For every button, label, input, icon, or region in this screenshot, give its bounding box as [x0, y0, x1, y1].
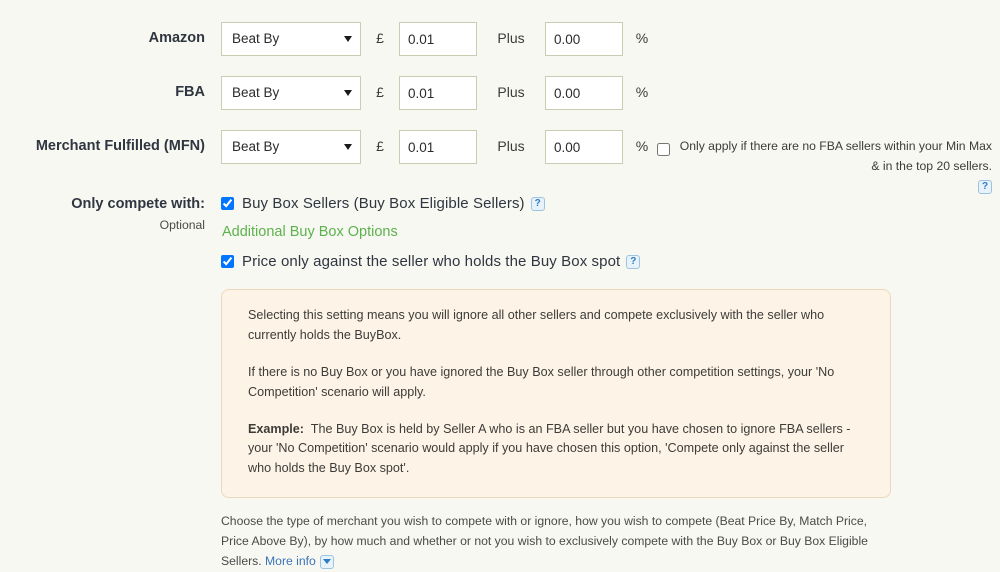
amount-input-amazon[interactable]: [399, 22, 477, 56]
rule-label-mfn: Merchant Fulfilled (MFN): [35, 138, 205, 154]
pricing-competition-settings-page: Amazon Beat By £ Plus % FBA Beat By: [0, 0, 1000, 569]
buy-box-sellers-label: Buy Box Sellers (Buy Box Eligible Seller…: [242, 195, 525, 212]
currency-symbol-mfn: £: [376, 138, 384, 154]
strategy-select-fba[interactable]: Beat By: [221, 76, 361, 110]
strategy-select-wrap-amazon: Beat By: [221, 22, 361, 56]
rule-controls-mfn: Beat By £ Plus % Only apply if there are…: [205, 130, 992, 196]
only-compete-with-body: Buy Box Sellers (Buy Box Eligible Seller…: [205, 195, 1000, 572]
help-icon[interactable]: ?: [626, 254, 641, 269]
percent-input-mfn[interactable]: [545, 130, 623, 164]
plus-label-fba: Plus: [497, 84, 525, 100]
currency-symbol-fba: £: [376, 84, 384, 100]
strategy-select-mfn[interactable]: Beat By: [221, 130, 361, 164]
mfn-note: Only apply if there are no FBA sellers w…: [657, 130, 992, 196]
info-paragraph-example: Example: The Buy Box is held by Seller A…: [248, 420, 868, 480]
more-info-link[interactable]: More info: [265, 554, 316, 568]
rule-row-fba: FBA Beat By £ Plus %: [0, 76, 1000, 110]
plus-label-amazon: Plus: [497, 30, 525, 46]
buy-box-spot-checkbox-wrap[interactable]: [221, 255, 234, 268]
rule-label-amazon: Amazon: [148, 30, 205, 46]
help-icon[interactable]: ?: [978, 180, 992, 195]
rule-controls-fba: Beat By £ Plus %: [205, 76, 657, 110]
chevron-down-icon[interactable]: [319, 554, 334, 569]
strategy-select-wrap-fba: Beat By: [221, 76, 361, 110]
rule-row-amazon: Amazon Beat By £ Plus %: [0, 22, 1000, 56]
buy-box-spot-label: Price only against the seller who holds …: [242, 253, 621, 270]
amount-input-fba[interactable]: [399, 76, 477, 110]
help-icon[interactable]: ?: [530, 196, 545, 211]
footer-help-text: Choose the type of merchant you wish to …: [221, 512, 893, 571]
buy-box-sellers-checkbox-wrap[interactable]: [221, 197, 234, 210]
buy-box-sellers-checkbox[interactable]: [221, 197, 234, 210]
only-compete-with-label: Only compete with: Optional: [0, 195, 205, 233]
strategy-select-wrap-mfn: Beat By: [221, 130, 361, 164]
info-example-label: Example:: [248, 421, 304, 436]
plus-label-mfn: Plus: [497, 138, 525, 154]
currency-symbol-amazon: £: [376, 30, 384, 46]
mfn-no-fba-checkbox[interactable]: [657, 143, 670, 157]
buy-box-sellers-row[interactable]: Buy Box Sellers (Buy Box Eligible Seller…: [221, 195, 1000, 212]
buy-box-spot-checkbox[interactable]: [221, 255, 234, 268]
info-example-text: The Buy Box is held by Seller A who is a…: [248, 421, 851, 476]
rule-label-fba: FBA: [175, 84, 205, 100]
only-compete-with-optional: Optional: [159, 217, 205, 232]
percent-symbol-fba: %: [635, 84, 649, 100]
footer-help-body: Choose the type of merchant you wish to …: [221, 514, 868, 568]
additional-buy-box-options-link[interactable]: Additional Buy Box Options: [222, 224, 1000, 240]
mfn-no-fba-checkbox-wrap[interactable]: [657, 139, 670, 159]
percent-input-fba[interactable]: [545, 76, 623, 110]
info-paragraph-1: Selecting this setting means you will ig…: [248, 308, 825, 342]
strategy-select-amazon[interactable]: Beat By: [221, 22, 361, 56]
info-paragraph-2: If there is no Buy Box or you have ignor…: [248, 364, 835, 399]
mfn-note-text: Only apply if there are no FBA sellers w…: [679, 139, 992, 174]
percent-input-amazon[interactable]: [545, 22, 623, 56]
rule-row-mfn: Merchant Fulfilled (MFN) Beat By £ Plus …: [0, 130, 1000, 196]
percent-symbol-mfn: %: [635, 138, 649, 154]
rule-controls-amazon: Beat By £ Plus %: [205, 22, 657, 56]
amount-input-mfn[interactable]: [399, 130, 477, 164]
percent-symbol-amazon: %: [635, 30, 649, 46]
buy-box-spot-row[interactable]: Price only against the seller who holds …: [221, 253, 1000, 270]
only-compete-with-title: Only compete with:: [71, 196, 205, 212]
buy-box-info-panel: Selecting this setting means you will ig…: [221, 289, 891, 499]
only-compete-with-section: Only compete with: Optional Buy Box Sell…: [0, 195, 1000, 572]
